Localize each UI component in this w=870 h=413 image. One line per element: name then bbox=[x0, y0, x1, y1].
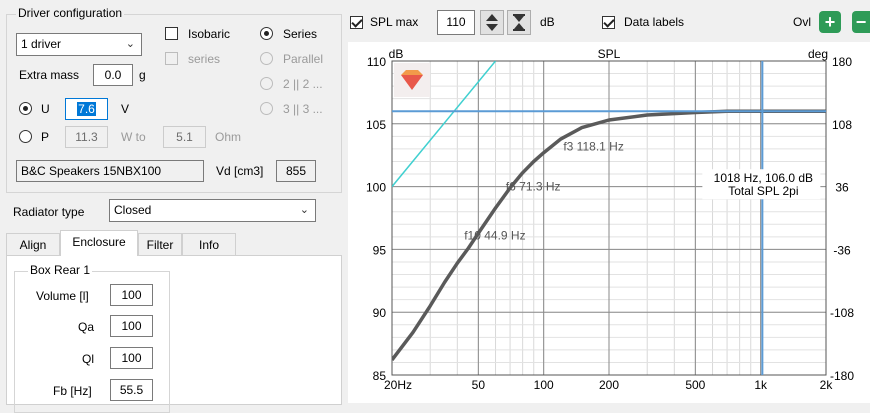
y-tick-label: 100 bbox=[366, 181, 386, 195]
y2-tick-label: 108 bbox=[832, 118, 852, 132]
x-tick-label: 50 bbox=[472, 378, 486, 392]
y-tick-label: 90 bbox=[373, 306, 387, 320]
y2-tick-label: -108 bbox=[830, 306, 854, 320]
vd-field: 855 bbox=[276, 160, 316, 182]
power-radio-label: P bbox=[41, 130, 50, 144]
series-checkbox[interactable] bbox=[165, 52, 178, 65]
x-tick-label: 500 bbox=[685, 378, 705, 392]
extra-mass-unit: g bbox=[139, 68, 146, 82]
series-radio[interactable] bbox=[260, 27, 273, 40]
cursor-series-label: Total SPL 2pi bbox=[728, 184, 798, 198]
driver-count-select[interactable]: 1 driver ⌄ bbox=[16, 33, 142, 56]
y-tick-label: 110 bbox=[367, 55, 386, 69]
y2-axis-label: deg bbox=[808, 47, 828, 61]
vd-label: Vd [cm3] bbox=[216, 164, 264, 178]
voltage-radio[interactable] bbox=[19, 102, 32, 115]
spl-max-label: SPL max bbox=[370, 15, 419, 29]
radiator-type-label: Radiator type bbox=[13, 205, 85, 219]
driver-configuration-title: Driver configuration bbox=[16, 6, 125, 20]
annotation-f10: f10 44.9 Hz bbox=[464, 229, 525, 243]
two-by-two-label: 2 || 2 ... bbox=[283, 77, 323, 91]
ohm-input[interactable]: 5.1 bbox=[163, 126, 206, 148]
y-tick-label: 105 bbox=[366, 118, 386, 132]
extra-mass-input[interactable]: 0.0 bbox=[93, 64, 133, 86]
chart-title: SPL bbox=[598, 47, 621, 61]
driver-count-value: 1 driver bbox=[21, 37, 62, 51]
spin-up-down-icon bbox=[486, 14, 498, 31]
shield-logo-icon bbox=[394, 63, 430, 97]
data-labels-checkbox[interactable] bbox=[602, 16, 615, 29]
volume-input[interactable]: 100 bbox=[110, 284, 153, 306]
voltage-radio-label: U bbox=[41, 102, 50, 116]
spl-max-input[interactable]: 110 bbox=[437, 10, 475, 35]
cursor-readout-label: 1018 Hz, 106.0 dB bbox=[714, 171, 813, 185]
tab-filter[interactable]: Filter bbox=[138, 233, 182, 255]
chart-area[interactable]: f3 118.1 Hz f6 71.3 Hz f10 44.9 Hz 1018 Hz,… bbox=[348, 42, 870, 403]
parallel-radio[interactable] bbox=[260, 52, 273, 65]
hourglass-icon bbox=[513, 14, 525, 31]
power-radio[interactable] bbox=[19, 130, 32, 143]
spl-chart: f3 118.1 Hz f6 71.3 Hz f10 44.9 Hz 1018 Hz,… bbox=[366, 47, 854, 392]
ql-label: Ql bbox=[82, 352, 94, 366]
collapse-button[interactable] bbox=[507, 10, 531, 35]
chevron-down-icon: ⌄ bbox=[299, 204, 309, 216]
ohm-unit: Ohm bbox=[215, 130, 242, 144]
y-axis-label: dB bbox=[389, 47, 404, 61]
x-tick-label: 20Hz bbox=[384, 378, 412, 392]
y2-tick-label: 36 bbox=[835, 181, 849, 195]
annotation-f6: f6 71.3 Hz bbox=[506, 180, 561, 194]
parallel-radio-label: Parallel bbox=[283, 52, 324, 66]
spl-max-spin-button[interactable] bbox=[480, 10, 504, 35]
three-by-three-radio[interactable] bbox=[260, 102, 273, 115]
voltage-unit: V bbox=[121, 102, 130, 116]
isobaric-checkbox[interactable] bbox=[165, 27, 178, 40]
radiator-type-select[interactable]: Closed ⌄ bbox=[109, 199, 316, 222]
data-labels-label: Data labels bbox=[624, 15, 685, 29]
ovl-label: Ovl bbox=[793, 15, 811, 29]
minus-icon[interactable]: − bbox=[852, 11, 870, 33]
x-tick-label: 200 bbox=[599, 378, 619, 392]
tab-enclosure[interactable]: Enclosure bbox=[60, 230, 138, 256]
series-radio-label: Series bbox=[283, 27, 318, 41]
two-by-two-radio[interactable] bbox=[260, 77, 273, 90]
db-unit-label: dB bbox=[540, 15, 555, 29]
box-rear-title: Box Rear 1 bbox=[28, 263, 93, 277]
tab-align[interactable]: Align bbox=[6, 233, 60, 255]
y-tick-label: 85 bbox=[373, 369, 387, 383]
voltage-input[interactable]: 7.6 bbox=[65, 98, 108, 120]
x-tick-label: 1k bbox=[754, 378, 768, 392]
y2-tick-label: 180 bbox=[832, 55, 852, 69]
plus-icon[interactable]: + bbox=[819, 11, 841, 33]
isobaric-label: Isobaric bbox=[188, 27, 231, 41]
volume-label: Volume [l] bbox=[36, 289, 89, 303]
y2-tick-label: -180 bbox=[830, 369, 854, 383]
tab-info[interactable]: Info bbox=[182, 233, 236, 255]
qa-label: Qa bbox=[78, 320, 95, 334]
extra-mass-label: Extra mass bbox=[19, 68, 80, 82]
three-by-three-label: 3 || 3 ... bbox=[283, 102, 323, 116]
radiator-type-value: Closed bbox=[114, 203, 152, 217]
power-input[interactable]: 11.3 bbox=[65, 126, 108, 148]
y2-tick-label: -36 bbox=[833, 243, 851, 257]
fb-input[interactable]: 55.5 bbox=[110, 379, 153, 401]
y-tick-label: 95 bbox=[373, 243, 387, 257]
qa-input[interactable]: 100 bbox=[110, 315, 153, 337]
fb-label: Fb [Hz] bbox=[53, 384, 92, 398]
chevron-down-icon: ⌄ bbox=[125, 38, 135, 50]
series-check-label: series bbox=[188, 52, 221, 66]
driver-name-field: B&C Speakers 15NBX100 bbox=[16, 160, 204, 182]
x-tick-label: 100 bbox=[534, 378, 554, 392]
annotation-f3: f3 118.1 Hz bbox=[563, 139, 623, 153]
ql-input[interactable]: 100 bbox=[110, 347, 153, 369]
voltage-value: 7.6 bbox=[77, 102, 96, 116]
spl-max-checkbox[interactable] bbox=[350, 16, 363, 29]
w-to-label: W to bbox=[121, 130, 146, 144]
